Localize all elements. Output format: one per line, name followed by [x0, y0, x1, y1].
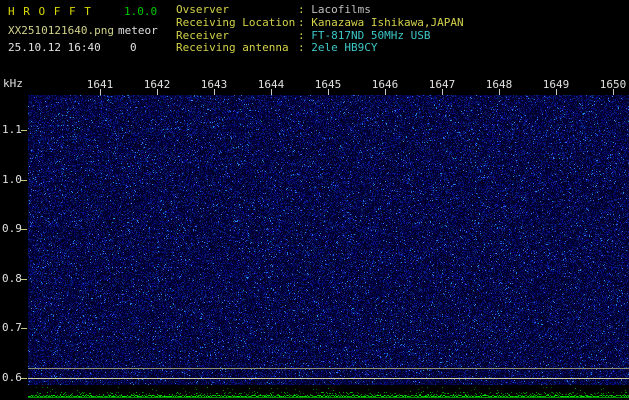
y-tick-label: 1.1: [2, 123, 22, 136]
y-tick-mark: [21, 229, 27, 230]
info-row-colon: :: [298, 29, 311, 42]
y-tick-label: 0.6: [2, 371, 22, 384]
y-tick-label: 1.0: [2, 173, 22, 186]
y-tick-mark: [21, 328, 27, 329]
info-row-value: Kanazawa Ishikawa,JAPAN: [311, 16, 463, 29]
y-tick-mark: [21, 130, 27, 131]
y-tick-mark: [21, 279, 27, 280]
y-tick-mark: [21, 180, 27, 181]
output-filename: XX2510121640.png: [8, 24, 114, 37]
info-row-colon: :: [298, 16, 311, 29]
info-row: Receiving antenna: 2ele HB9CY: [176, 42, 464, 55]
info-row-value: 2ele HB9CY: [311, 41, 377, 54]
x-tick-label: 1650: [595, 78, 629, 91]
hrofft-window: H R O F F T 1.0.0 XX2510121640.png meteo…: [0, 0, 629, 400]
datetime-label: 25.10.12 16:40: [8, 41, 101, 54]
info-row-label: Receiving antenna: [176, 42, 298, 55]
y-tick-label: 0.8: [2, 272, 22, 285]
info-row-value: Lacofilms: [311, 3, 371, 16]
station-info: Ovserver: Lacofilms Receiving Location: K…: [176, 4, 464, 55]
app-title: H R O F F T: [8, 5, 92, 18]
info-row-value: FT-817ND 50MHz USB: [311, 29, 430, 42]
signal-level-strip-canvas: [28, 385, 629, 400]
mode-label: meteor: [118, 24, 158, 37]
y-tick-label: 0.7: [2, 321, 22, 334]
info-row-label: Ovserver: [176, 4, 298, 17]
info-row-colon: :: [298, 41, 311, 54]
info-row-label: Receiving Location: [176, 17, 298, 30]
info-row-colon: :: [298, 3, 311, 16]
y-axis-unit: kHz: [3, 77, 23, 90]
y-tick-mark: [21, 378, 27, 379]
spectrogram-canvas: [28, 95, 629, 385]
y-tick-label: 0.9: [2, 222, 22, 235]
app-version: 1.0.0: [124, 5, 157, 18]
echo-count: 0: [130, 41, 137, 54]
